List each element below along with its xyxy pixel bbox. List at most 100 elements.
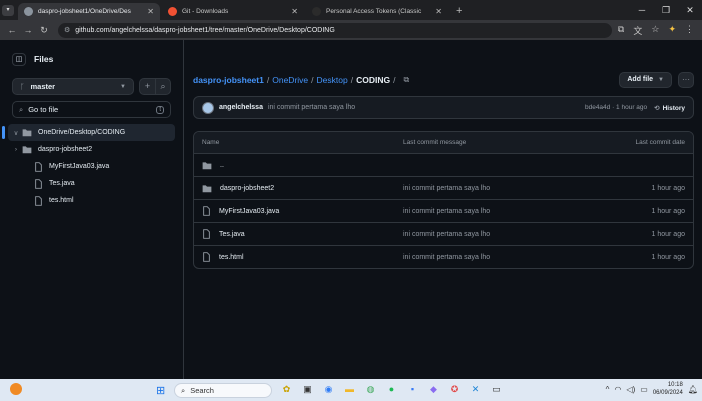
add-file-button[interactable]: Add file ▼: [619, 71, 672, 88]
tree-item[interactable]: ∨ OneDrive/Desktop/CODING: [2, 124, 175, 141]
table-row[interactable]: MyFirstJava03.java ini commit pertama say…: [194, 199, 693, 222]
search-icon: ⌕: [181, 385, 186, 395]
branch-selector[interactable]: ᚴ master ▼: [12, 78, 134, 95]
vscode-icon[interactable]: ✕: [468, 382, 483, 397]
add-file-icon[interactable]: +: [140, 79, 155, 94]
file-commit-message[interactable]: ini commit pertama saya lho: [403, 254, 652, 261]
tree-item[interactable]: › daspro-jobsheet2: [0, 141, 183, 158]
commit-author[interactable]: angelchelssa: [219, 104, 263, 111]
file-commit-date: 1 hour ago: [651, 253, 685, 261]
taskbar-search-label: Search: [190, 386, 214, 395]
more-options-button[interactable]: ···: [678, 71, 694, 88]
wifi-icon[interactable]: ◠: [614, 385, 621, 394]
tab-favicon: [312, 7, 321, 16]
file-explorer-icon[interactable]: ▬: [342, 382, 357, 397]
tree-item[interactable]: MyFirstJava03.java: [0, 158, 183, 175]
breadcrumb-onedrive-link[interactable]: OneDrive: [272, 75, 308, 85]
commit-meta[interactable]: bde4a4d · 1 hour ago: [585, 104, 647, 111]
tree-item[interactable]: Tes.java: [0, 175, 183, 192]
bookmark-star-icon[interactable]: ☆: [651, 24, 659, 37]
tab-title: Personal Access Tokens (Classic: [326, 8, 422, 15]
header-date: Last commit date: [635, 139, 686, 146]
file-commit-message[interactable]: ini commit pertama saya lho: [403, 208, 652, 215]
chevron-down-icon: ▼: [658, 76, 664, 83]
new-tab-button[interactable]: +: [450, 3, 468, 20]
latest-commit-bar: angelchelssa ini commit pertama saya lho…: [193, 96, 694, 119]
close-tab-icon[interactable]: ✕: [291, 7, 298, 16]
collapse-sidebar-icon[interactable]: ◫: [12, 52, 26, 66]
breadcrumb-current: CODING: [356, 74, 391, 85]
clock[interactable]: 10:18 06/09/2024: [653, 381, 683, 397]
translate-icon[interactable]: 文: [633, 24, 642, 37]
system-tray: ^ ◠ ◁) ▭ 10:18 06/09/2024 🔔︎: [606, 381, 698, 397]
file-name-link[interactable]: tes.html: [219, 254, 244, 261]
table-row[interactable]: daspro-jobsheet2 ini commit pertama saya …: [194, 176, 693, 199]
file-commit-message[interactable]: ini commit pertama saya lho: [403, 231, 652, 238]
close-tab-icon[interactable]: ✕: [435, 7, 442, 16]
tab-favicon: [168, 7, 177, 16]
chevron-icon[interactable]: ›: [10, 146, 22, 153]
copilot-icon[interactable]: ◉: [321, 382, 336, 397]
file-commit-date: 1 hour ago: [651, 184, 685, 192]
browser-tab-0[interactable]: daspro-jobsheet1/OneDrive/Des ✕: [18, 3, 160, 20]
forward-button[interactable]: →: [20, 25, 36, 35]
go-to-file-input[interactable]: ⌕ Go to file t: [12, 101, 171, 118]
table-row[interactable]: tes.html ini commit pertama saya lho 1 hou…: [194, 245, 693, 268]
browser-tab-2[interactable]: Personal Access Tokens (Classic ✕: [306, 3, 448, 20]
start-button[interactable]: ⊞: [156, 384, 165, 397]
store-icon[interactable]: ▪: [405, 382, 420, 397]
tray-overflow-icon[interactable]: ^: [606, 385, 610, 394]
minimize-button[interactable]: ─: [630, 0, 654, 20]
widgets-icon[interactable]: ✿: [279, 382, 294, 397]
battery-icon[interactable]: ▭: [640, 385, 648, 394]
terminal-icon[interactable]: ▭: [489, 382, 504, 397]
file-tree-sidebar: ◫ Files ᚴ master ▼ + ⌕ ⌕ Go to file t ∨ O…: [0, 40, 184, 379]
file-icon: [202, 206, 211, 216]
menu-kebab-icon[interactable]: ⋮: [685, 24, 694, 37]
add-file-label: Add file: [627, 76, 654, 83]
spotify-icon[interactable]: ●: [384, 382, 399, 397]
site-info-icon[interactable]: ⚙: [64, 26, 70, 34]
tab-search-button[interactable]: ▾: [2, 5, 14, 16]
file-icon: [34, 178, 43, 189]
table-row[interactable]: Tes.java ini commit pertama saya lho 1 hou…: [194, 222, 693, 245]
app-icon-2[interactable]: ✪: [447, 382, 462, 397]
branch-icon: ᚴ: [20, 82, 25, 91]
table-row[interactable]: ..: [194, 153, 693, 176]
close-window-button[interactable]: ✕: [678, 0, 702, 20]
chrome-icon[interactable]: ◍: [363, 382, 378, 397]
file-name-link[interactable]: MyFirstJava03.java: [219, 208, 279, 215]
reload-button[interactable]: ↻: [36, 25, 52, 36]
taskbar-search[interactable]: ⌕ Search: [174, 383, 272, 398]
back-button[interactable]: ←: [4, 25, 20, 35]
task-view-icon[interactable]: ▣: [300, 382, 315, 397]
header-message: Last commit message: [403, 139, 467, 146]
file-name-link[interactable]: daspro-jobsheet2: [220, 185, 274, 192]
tree-item[interactable]: tes.html: [0, 192, 183, 209]
app-icon[interactable]: ◆: [426, 382, 441, 397]
file-name-link[interactable]: ..: [220, 162, 224, 169]
close-tab-icon[interactable]: ✕: [147, 7, 154, 16]
maximize-button[interactable]: ❐: [654, 0, 678, 20]
search-icon[interactable]: ⌕: [155, 79, 170, 94]
copy-path-icon[interactable]: ⧉: [403, 75, 409, 85]
breadcrumb-repo-link[interactable]: daspro-jobsheet1: [193, 75, 264, 85]
repo-content: daspro-jobsheet1 / OneDrive / Desktop / …: [185, 40, 702, 379]
chevron-icon[interactable]: ∨: [10, 129, 22, 137]
file-name-link[interactable]: Tes.java: [219, 231, 245, 238]
file-icon: [202, 252, 211, 262]
address-bar[interactable]: ⚙ github.com/angelchelssa/daspro-jobshee…: [58, 22, 612, 38]
extension-icon[interactable]: ✦: [668, 24, 676, 37]
file-commit-message[interactable]: ini commit pertama saya lho: [403, 185, 652, 192]
notification-bell-icon[interactable]: 🔔︎: [688, 385, 698, 394]
volume-icon[interactable]: ◁): [626, 385, 635, 394]
tree-item-label: Tes.java: [49, 180, 75, 187]
cast-icon[interactable]: ⧉: [618, 24, 624, 37]
breadcrumb-desktop-link[interactable]: Desktop: [317, 75, 348, 85]
avatar[interactable]: [202, 101, 214, 114]
weather-icon[interactable]: [10, 383, 22, 395]
commit-message[interactable]: ini commit pertama saya lho: [268, 104, 355, 111]
browser-tab-1[interactable]: Git - Downloads ✕: [162, 3, 304, 20]
tree-item-label: MyFirstJava03.java: [49, 163, 110, 170]
history-button[interactable]: ⟲ History: [654, 104, 685, 112]
